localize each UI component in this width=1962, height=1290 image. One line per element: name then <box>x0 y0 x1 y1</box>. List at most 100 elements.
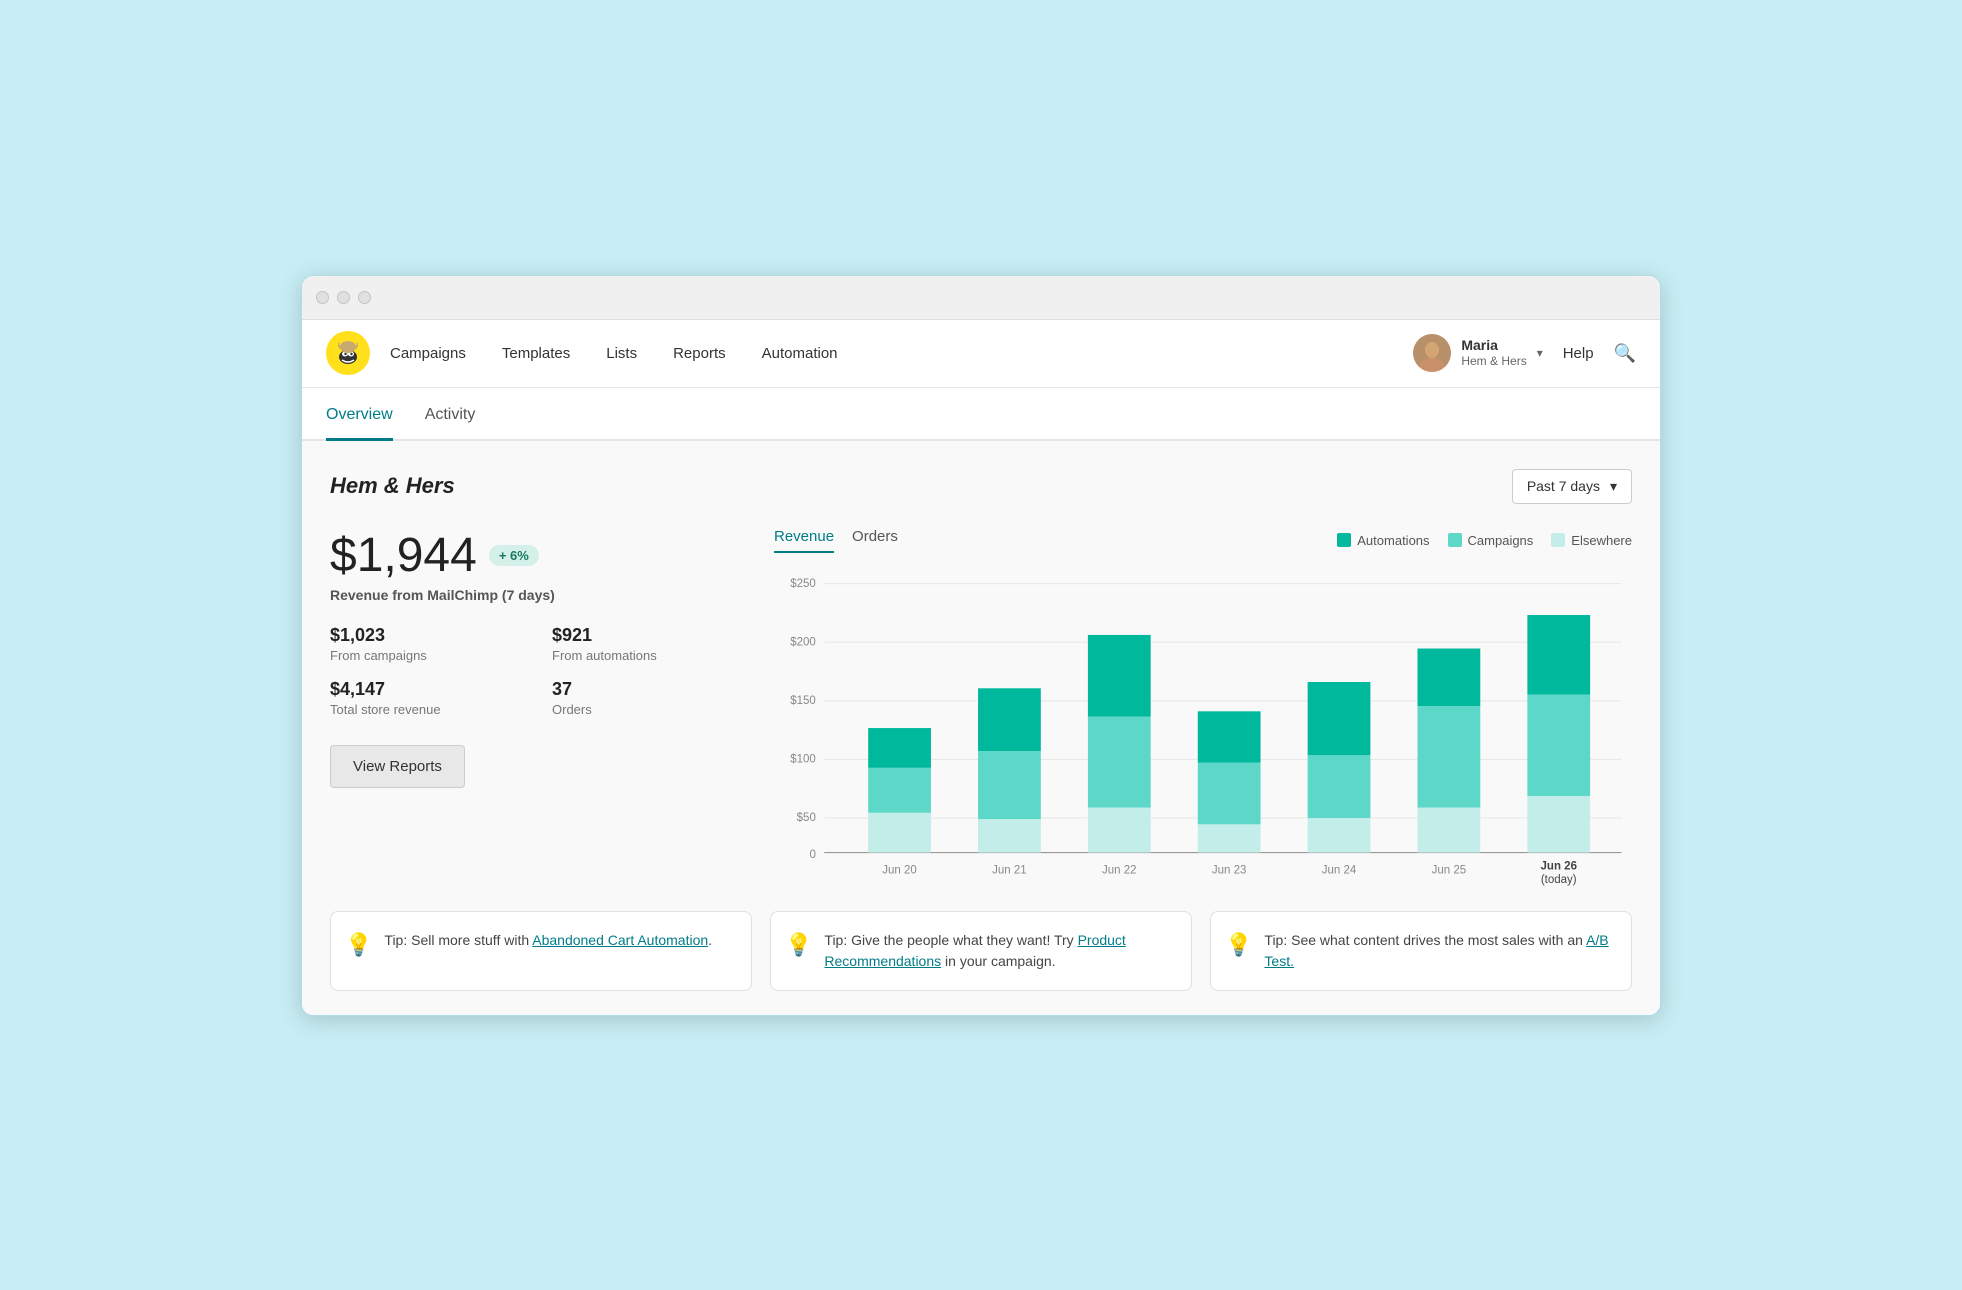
svg-text:Jun 24: Jun 24 <box>1322 864 1357 876</box>
minimize-button[interactable] <box>337 291 350 304</box>
revenue-amount-row: $1,944 + 6% <box>330 528 750 583</box>
svg-text:Jun 22: Jun 22 <box>1102 864 1137 876</box>
legend-elsewhere-color <box>1551 533 1565 547</box>
bar-jun21-campaigns <box>978 751 1041 819</box>
tip-text-3: Tip: See what content drives the most sa… <box>1264 930 1613 972</box>
automations-label: From automations <box>552 648 750 663</box>
tips-row: 💡 Tip: Sell more stuff with Abandoned Ca… <box>330 911 1632 991</box>
chart-tabs: Revenue Orders <box>774 528 898 553</box>
chart-tab-orders[interactable]: Orders <box>852 528 898 553</box>
bar-jun20-elsewhere <box>868 812 931 852</box>
bar-jun22-campaigns <box>1088 716 1151 807</box>
bar-jun25-elsewhere <box>1418 807 1481 852</box>
svg-text:Jun 20: Jun 20 <box>882 864 917 876</box>
revenue-value: $1,944 <box>330 528 477 583</box>
user-text: Maria Hem & Hers <box>1461 336 1526 370</box>
legend-campaigns-label: Campaigns <box>1468 533 1534 548</box>
view-reports-button[interactable]: View Reports <box>330 745 465 788</box>
right-panel: Revenue Orders Automations Campaigns <box>774 528 1632 887</box>
svg-text:$50: $50 <box>797 812 816 824</box>
total-store-value: $4,147 <box>330 679 528 700</box>
bar-jun22-automations <box>1088 634 1151 716</box>
user-menu[interactable]: Maria Hem & Hers ▾ <box>1413 334 1542 372</box>
nav-templates[interactable]: Templates <box>502 345 570 362</box>
svg-text:Jun 25: Jun 25 <box>1432 864 1467 876</box>
bar-jun24-campaigns <box>1308 755 1371 818</box>
revenue-change-badge: + 6% <box>489 545 539 566</box>
left-panel: $1,944 + 6% Revenue from MailChimp (7 da… <box>330 528 750 887</box>
total-store-label: Total store revenue <box>330 702 528 717</box>
chart-tab-revenue[interactable]: Revenue <box>774 528 834 553</box>
chart-header: Revenue Orders Automations Campaigns <box>774 528 1632 553</box>
title-bar <box>302 276 1660 320</box>
bar-jun25-automations <box>1418 648 1481 706</box>
bar-jun23-campaigns <box>1198 762 1261 824</box>
logo <box>326 331 370 375</box>
campaigns-stat: $1,023 From campaigns <box>330 625 528 663</box>
orders-value: 37 <box>552 679 750 700</box>
tip-icon-1: 💡 <box>345 932 372 958</box>
tip-text-2: Tip: Give the people what they want! Try… <box>824 930 1173 972</box>
bar-jun26-automations <box>1527 615 1590 695</box>
nav-bar: Campaigns Templates Lists Reports Automa… <box>302 320 1660 388</box>
bar-jun23-automations <box>1198 711 1261 762</box>
svg-text:$200: $200 <box>790 636 816 648</box>
nav-lists[interactable]: Lists <box>606 345 637 362</box>
orders-label: Orders <box>552 702 750 717</box>
svg-text:Jun 23: Jun 23 <box>1212 864 1247 876</box>
nav-campaigns[interactable]: Campaigns <box>390 345 466 362</box>
page-title: Hem & Hers <box>330 473 455 499</box>
help-link[interactable]: Help <box>1563 345 1594 362</box>
tab-activity[interactable]: Activity <box>425 388 476 441</box>
total-store-stat: $4,147 Total store revenue <box>330 679 528 717</box>
tip-card-1: 💡 Tip: Sell more stuff with Abandoned Ca… <box>330 911 752 991</box>
header-row: Hem & Hers Past 7 days ▾ <box>330 469 1632 504</box>
maximize-button[interactable] <box>358 291 371 304</box>
svg-text:$250: $250 <box>790 577 816 589</box>
legend-campaigns-color <box>1448 533 1462 547</box>
traffic-lights <box>316 291 371 304</box>
tip-card-2: 💡 Tip: Give the people what they want! T… <box>770 911 1192 991</box>
bar-jun25-campaigns <box>1418 706 1481 807</box>
avatar <box>1413 334 1451 372</box>
chart-legend: Automations Campaigns Elsewhere <box>1337 533 1632 548</box>
app-window: Campaigns Templates Lists Reports Automa… <box>301 275 1661 1016</box>
legend-elsewhere-label: Elsewhere <box>1571 533 1632 548</box>
legend-automations-color <box>1337 533 1351 547</box>
date-filter[interactable]: Past 7 days ▾ <box>1512 469 1632 504</box>
tip-icon-2: 💡 <box>785 932 812 958</box>
tabs-bar: Overview Activity <box>302 388 1660 441</box>
tab-overview[interactable]: Overview <box>326 388 393 441</box>
nav-links: Campaigns Templates Lists Reports Automa… <box>390 345 1413 362</box>
bar-jun21-elsewhere <box>978 819 1041 852</box>
bar-jun21-automations <box>978 688 1041 751</box>
automations-value: $921 <box>552 625 750 646</box>
chevron-down-icon: ▾ <box>1537 346 1543 360</box>
search-icon[interactable]: 🔍 <box>1614 343 1636 364</box>
legend-elsewhere: Elsewhere <box>1551 533 1632 548</box>
nav-reports[interactable]: Reports <box>673 345 726 362</box>
svg-text:(today): (today) <box>1541 873 1577 885</box>
svg-text:0: 0 <box>809 848 815 860</box>
legend-campaigns: Campaigns <box>1448 533 1534 548</box>
svg-text:Jun 26: Jun 26 <box>1541 860 1577 872</box>
bar-jun22-elsewhere <box>1088 807 1151 852</box>
orders-stat: 37 Orders <box>552 679 750 717</box>
legend-automations-label: Automations <box>1357 533 1429 548</box>
legend-automations: Automations <box>1337 533 1429 548</box>
nav-automation[interactable]: Automation <box>762 345 838 362</box>
bar-jun26-campaigns <box>1527 694 1590 795</box>
bar-jun23-elsewhere <box>1198 824 1261 852</box>
content-grid: $1,944 + 6% Revenue from MailChimp (7 da… <box>330 528 1632 887</box>
nav-right: Maria Hem & Hers ▾ Help 🔍 <box>1413 334 1636 372</box>
date-filter-label: Past 7 days <box>1527 478 1600 494</box>
bar-jun20-campaigns <box>868 767 931 812</box>
revenue-label: Revenue from MailChimp (7 days) <box>330 587 750 603</box>
close-button[interactable] <box>316 291 329 304</box>
bar-jun24-automations <box>1308 682 1371 755</box>
svg-text:Jun 21: Jun 21 <box>992 864 1027 876</box>
tip-icon-3: 💡 <box>1225 932 1252 958</box>
stats-grid: $1,023 From campaigns $921 From automati… <box>330 625 750 717</box>
tip-link-1[interactable]: Abandoned Cart Automation <box>532 932 708 948</box>
chevron-down-icon: ▾ <box>1610 478 1617 495</box>
